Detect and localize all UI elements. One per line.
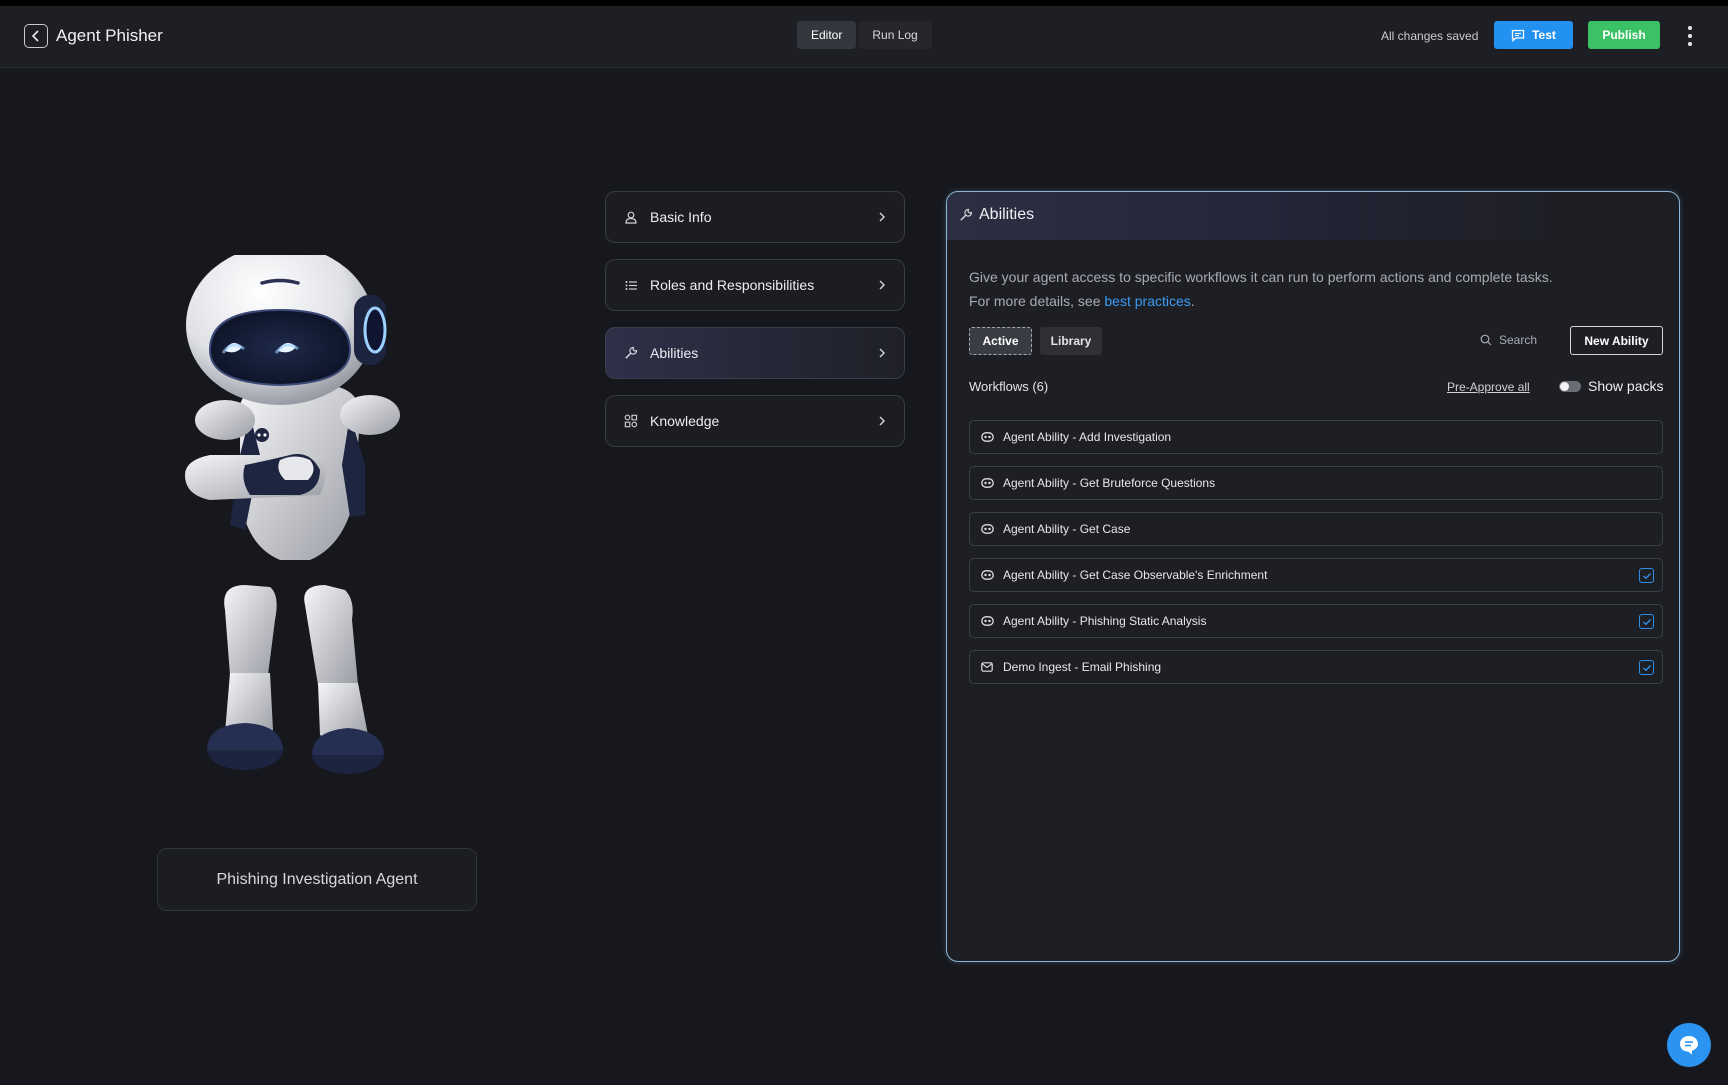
- user-icon: [623, 209, 639, 225]
- approved-checkbox-icon[interactable]: [1639, 660, 1654, 675]
- chevron-left-icon: [31, 30, 39, 42]
- test-button-label: Test: [1532, 28, 1556, 42]
- approved-checkbox-icon[interactable]: [1639, 614, 1654, 629]
- tab-library[interactable]: Library: [1040, 327, 1102, 355]
- workflows-heading: Workflows (6): [969, 379, 1049, 394]
- best-practices-link[interactable]: best practices: [1104, 293, 1190, 309]
- chat-icon: [1511, 29, 1525, 42]
- top-bar: Agent Phisher Editor Run Log All changes…: [0, 6, 1728, 68]
- mail-icon: [980, 660, 994, 674]
- workflow-row[interactable]: Demo Ingest - Email Phishing: [969, 650, 1663, 684]
- workflow-row[interactable]: Agent Ability - Get Case Observable's En…: [969, 558, 1663, 592]
- description-line-1: Give your agent access to specific workf…: [969, 269, 1553, 285]
- show-packs-label: Show packs: [1588, 378, 1664, 394]
- agent-ability-icon: [980, 568, 994, 582]
- tab-editor[interactable]: Editor: [797, 21, 857, 49]
- tab-run-log[interactable]: Run Log: [858, 21, 932, 49]
- shapes-icon: [623, 413, 639, 429]
- chevron-right-icon: [879, 212, 885, 222]
- chevron-right-icon: [879, 280, 885, 290]
- wrench-icon: [623, 345, 639, 361]
- chevron-right-icon: [879, 348, 885, 358]
- view-switcher: Editor Run Log: [797, 21, 932, 49]
- section-label: Basic Info: [650, 209, 712, 225]
- wrench-icon: [959, 208, 973, 227]
- section-roles-and-responsibilities[interactable]: Roles and Responsibilities: [605, 259, 905, 311]
- abilities-panel-title: Abilities: [979, 206, 1035, 223]
- workflow-label: Demo Ingest - Email Phishing: [1003, 660, 1162, 674]
- section-abilities[interactable]: Abilities: [605, 327, 905, 379]
- chevron-right-icon: [879, 416, 885, 426]
- agent-ability-icon: [980, 476, 994, 490]
- new-ability-button[interactable]: New Ability: [1570, 326, 1663, 355]
- more-options-icon[interactable]: [1682, 24, 1698, 48]
- list-icon: [623, 277, 639, 293]
- workflow-label: Agent Ability - Get Case Observable's En…: [1003, 568, 1268, 582]
- save-status: All changes saved: [1381, 29, 1479, 43]
- abilities-panel-header: [947, 192, 1557, 240]
- section-basic-info[interactable]: Basic Info: [605, 191, 905, 243]
- section-label: Abilities: [650, 345, 699, 361]
- section-label: Knowledge: [650, 413, 720, 429]
- workflow-label: Agent Ability - Get Bruteforce Questions: [1003, 476, 1216, 490]
- workflow-list: Agent Ability - Add Investigation Agent A…: [969, 420, 1663, 696]
- agent-ability-icon: [980, 522, 994, 536]
- description-line-2: For more details, see best practices.: [969, 293, 1195, 309]
- workflow-row[interactable]: Agent Ability - Add Investigation: [969, 420, 1663, 454]
- support-chat-button[interactable]: [1667, 1023, 1711, 1067]
- show-packs-toggle[interactable]: [1559, 381, 1581, 392]
- agent-name-field[interactable]: Phishing Investigation Agent: [157, 848, 477, 911]
- approved-checkbox-icon[interactable]: [1639, 568, 1654, 583]
- abilities-panel: Abilities Give your agent access to spec…: [946, 191, 1680, 962]
- agent-ability-icon: [980, 614, 994, 628]
- back-button[interactable]: [24, 24, 48, 48]
- workflow-row[interactable]: Agent Ability - Get Case: [969, 512, 1663, 546]
- workflow-label: Agent Ability - Phishing Static Analysis: [1003, 614, 1207, 628]
- abilities-description: Give your agent access to specific workf…: [969, 265, 1619, 313]
- search-input[interactable]: Search: [1480, 333, 1537, 347]
- search-icon: [1480, 334, 1492, 346]
- page-title: Agent Phisher: [56, 26, 163, 45]
- test-button[interactable]: Test: [1494, 21, 1573, 49]
- workflow-label: Agent Ability - Add Investigation: [1003, 430, 1172, 444]
- tab-active[interactable]: Active: [969, 327, 1032, 355]
- workflow-row[interactable]: Agent Ability - Get Bruteforce Questions: [969, 466, 1663, 500]
- agent-robot-illustration: [170, 245, 470, 785]
- workflow-label: Agent Ability - Get Case: [1003, 522, 1131, 536]
- agent-ability-icon: [980, 430, 994, 444]
- workflow-row[interactable]: Agent Ability - Phishing Static Analysis: [969, 604, 1663, 638]
- search-placeholder: Search: [1499, 333, 1538, 347]
- section-knowledge[interactable]: Knowledge: [605, 395, 905, 447]
- chat-bubble-icon: [1680, 1036, 1698, 1055]
- section-label: Roles and Responsibilities: [650, 277, 815, 293]
- pre-approve-all-link[interactable]: Pre-Approve all: [1447, 380, 1530, 394]
- publish-button[interactable]: Publish: [1588, 21, 1660, 49]
